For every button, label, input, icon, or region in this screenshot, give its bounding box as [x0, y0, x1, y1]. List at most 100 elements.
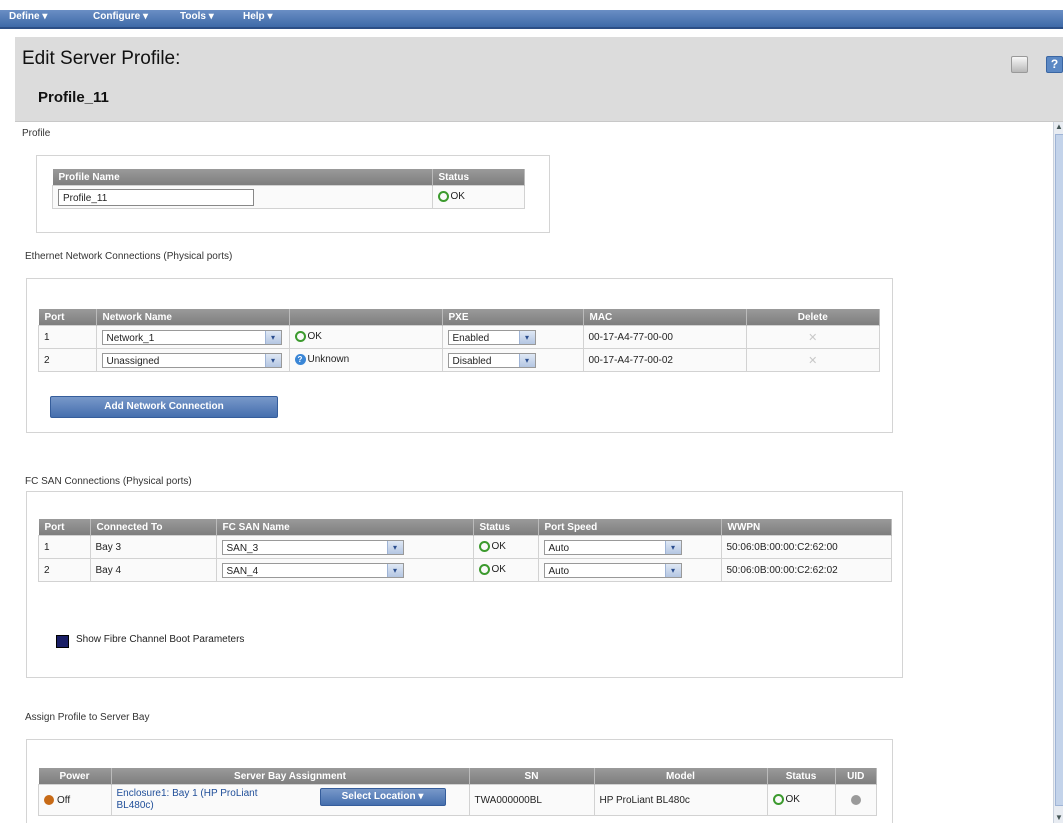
scrollbar-thumb[interactable] [1055, 134, 1063, 806]
col-delete: Delete [746, 309, 880, 326]
chevron-down-icon: ▾ [664, 563, 681, 577]
col-port: Port [38, 519, 91, 536]
table-row: 2 Bay 4 SAN_4 ▾ OK Auto ▾ 50:06:0B:00:00:C… [38, 558, 892, 582]
profile-section-label: Profile [22, 128, 51, 139]
network-select[interactable]: Network_1 ▾ [101, 329, 282, 345]
port-cell: 2 [38, 558, 91, 582]
page-header: Edit Server Profile: Profile_11 ? [15, 37, 1063, 122]
col-sn: SN [469, 768, 595, 785]
ok-icon [294, 331, 306, 343]
speed-value: Auto [548, 542, 570, 554]
add-network-connection-button[interactable]: Add Network Connection [50, 396, 278, 418]
table-row: 2 Unassigned ▾ ? Unknown Disabled ▾ 00-17-A… [38, 348, 880, 372]
pxe-value: Enabled [452, 332, 490, 344]
model-cell: HP ProLiant BL480c [593, 784, 768, 816]
profile-status: OK [450, 191, 465, 203]
ok-icon [772, 794, 784, 806]
assign-box: Power Server Bay Assignment SN Model Sta… [26, 739, 893, 823]
print-icon[interactable] [1011, 56, 1028, 73]
content-area: Profile Profile Name Status Profile_11 O… [15, 122, 1048, 823]
select-location-button[interactable]: Select Location ▾ [319, 788, 446, 806]
profile-subtitle: Profile_11 [38, 89, 109, 106]
scroll-down-icon[interactable]: ▼ [1054, 813, 1063, 823]
connected-to-cell: Bay 4 [89, 558, 217, 582]
port-cell: 1 [38, 325, 97, 349]
chevron-down-icon: ▾ [664, 540, 681, 554]
vertical-scrollbar[interactable]: ▲ ▼ [1053, 122, 1063, 823]
pxe-select[interactable]: Enabled ▾ [447, 329, 536, 345]
col-port: Port [38, 309, 97, 326]
mac-cell: 00-17-A4-77-00-02 [582, 348, 747, 372]
col-server-bay-assignment: Server Bay Assignment [111, 768, 470, 785]
mac-cell: 00-17-A4-77-00-00 [582, 325, 747, 349]
ethernet-table: Port Network Name PXE MAC Delete 1 Netwo… [38, 309, 880, 372]
menu-strip: Define ▾ Configure ▾ Tools ▾ Help ▾ [0, 10, 1063, 29]
boot-params-label[interactable]: Show Fibre Channel Boot Parameters [76, 634, 244, 645]
pxe-select[interactable]: Disabled ▾ [447, 352, 536, 368]
bay-link-line1: Enclosure1: Bay 1 (HP ProLiant [116, 788, 258, 799]
col-fc-san-name: FC SAN Name [216, 519, 474, 536]
ethernet-box: Port Network Name PXE MAC Delete 1 Netwo… [26, 278, 893, 433]
san-value: SAN_4 [226, 565, 259, 577]
delete-icon[interactable]: ✕ [808, 355, 817, 367]
fc-san-select[interactable]: SAN_4 ▾ [221, 562, 404, 578]
port-speed-select[interactable]: Auto ▾ [543, 562, 682, 578]
power-value: Off [57, 794, 71, 806]
col-net-status [289, 309, 443, 326]
ok-icon [478, 541, 490, 553]
menu-configure[interactable]: Configure ▾ [93, 11, 148, 22]
wwpn-cell: 50:06:0B:00:00:C2:62:00 [720, 535, 892, 559]
chevron-down-icon: ▾ [264, 330, 281, 344]
speed-value: Auto [548, 565, 570, 577]
network-value: Network_1 [106, 332, 155, 344]
fc-san-table: Port Connected To FC SAN Name Status Por… [38, 519, 892, 582]
network-select[interactable]: Unassigned ▾ [101, 352, 282, 368]
wwpn-cell: 50:06:0B:00:00:C2:62:02 [720, 558, 892, 582]
table-row: 1 Bay 3 SAN_3 ▾ OK Auto ▾ 50:06:0B:00:00:C… [38, 535, 892, 559]
fc-san-box: Port Connected To FC SAN Name Status Por… [26, 491, 903, 678]
network-value: Unassigned [106, 355, 160, 367]
ok-icon [437, 191, 449, 203]
page-title: Edit Server Profile: [22, 48, 181, 69]
scroll-up-icon[interactable]: ▲ [1054, 122, 1063, 132]
port-cell: 1 [38, 535, 91, 559]
menu-bar: Define ▾ Configure ▾ Tools ▾ Help ▾ [0, 0, 1063, 29]
uid-icon[interactable] [850, 794, 861, 805]
bay-assignment-link[interactable]: Enclosure1: Bay 1 (HP ProLiant BL480c) [117, 788, 307, 812]
chevron-down-icon: ▾ [264, 353, 281, 367]
menu-tools[interactable]: Tools ▾ [180, 11, 214, 22]
san-value: SAN_3 [226, 542, 259, 554]
san-status: OK [491, 564, 506, 576]
chevron-down-icon: ▾ [386, 540, 403, 554]
profile-box: Profile Name Status Profile_11 OK [36, 155, 550, 233]
table-row: 1 Network_1 ▾ OK Enabled ▾ 00-17-A4-77-00-… [38, 325, 880, 349]
pxe-value: Disabled [452, 355, 492, 367]
assign-table: Power Server Bay Assignment SN Model Sta… [38, 768, 877, 816]
ok-icon [478, 564, 490, 576]
col-profile-name: Profile Name [52, 169, 433, 186]
bay-status: OK [785, 794, 800, 806]
help-icon[interactable]: ? [1046, 56, 1063, 73]
col-model: Model [594, 768, 768, 785]
menu-define[interactable]: Define ▾ [9, 11, 47, 22]
col-connected-to: Connected To [90, 519, 217, 536]
profile-name-input[interactable]: Profile_11 [58, 188, 254, 206]
bay-link-line2: BL480c) [116, 800, 154, 811]
col-status: Status [767, 768, 836, 785]
connected-to-cell: Bay 3 [89, 535, 217, 559]
sn-cell: TWA000000BL [468, 784, 595, 816]
san-status: OK [491, 541, 506, 553]
profile-table: Profile Name Status Profile_11 OK [52, 169, 525, 209]
menu-help[interactable]: Help ▾ [243, 11, 272, 22]
port-speed-select[interactable]: Auto ▾ [543, 539, 682, 555]
net-status: OK [307, 331, 322, 343]
col-port-speed: Port Speed [538, 519, 722, 536]
delete-icon[interactable]: ✕ [808, 332, 817, 344]
fc-san-select[interactable]: SAN_3 ▾ [221, 539, 404, 555]
chevron-down-icon: ▾ [518, 330, 535, 344]
col-network-name: Network Name [96, 309, 290, 326]
col-pxe: PXE [442, 309, 584, 326]
col-mac: MAC [583, 309, 747, 326]
boot-params-checkbox[interactable] [56, 635, 69, 648]
unknown-icon: ? [294, 354, 306, 366]
